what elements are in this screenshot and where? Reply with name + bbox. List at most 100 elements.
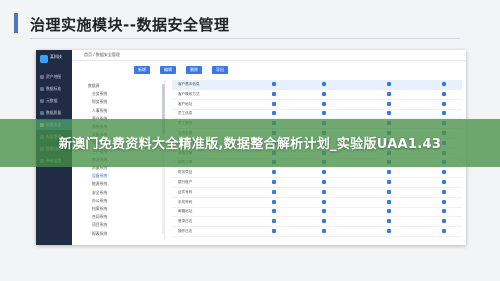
table-row[interactable]: 银行账户	[172, 178, 462, 188]
toolbar-button[interactable]: 删除	[186, 66, 202, 74]
table-row[interactable]: 操作日志	[172, 227, 462, 237]
toolbar-button[interactable]: 新增	[134, 66, 150, 74]
title-divider	[30, 38, 460, 39]
table-row[interactable]: 证件号码	[172, 188, 462, 198]
row-checkbox[interactable]	[387, 82, 391, 86]
row-checkbox[interactable]	[442, 219, 446, 224]
row-checkbox[interactable]	[442, 209, 446, 214]
tree-item[interactable]: 能源系统	[92, 181, 107, 187]
row-checkbox[interactable]	[442, 180, 446, 184]
tree-item[interactable]: 报表系统	[92, 231, 107, 237]
doc-icon	[40, 87, 44, 91]
toolbar-button[interactable]: 导出	[212, 66, 228, 74]
table-row[interactable]: 客户基本信息	[172, 80, 462, 90]
sidebar-item[interactable]: 资产地图	[36, 72, 72, 82]
tree-item[interactable]: 安全系统	[92, 190, 107, 196]
row-checkbox[interactable]	[322, 82, 326, 86]
row-checkbox[interactable]	[442, 111, 446, 116]
row-checkbox[interactable]	[272, 180, 276, 184]
sidebar-item[interactable]: 元数据	[36, 96, 72, 106]
row-checkbox[interactable]	[442, 229, 446, 233]
logo-text: 某科技	[50, 54, 62, 59]
sidebar-item-label: 元数据	[46, 98, 58, 103]
toolbar-button[interactable]: 编辑	[160, 66, 176, 74]
row-checkbox[interactable]	[272, 101, 276, 106]
breadcrumb: 首页 / 数据安全管理	[84, 52, 120, 57]
row-label: 银行账户	[178, 180, 193, 184]
toolbar: 新增 编辑 删除 导出	[84, 64, 464, 76]
row-checkbox[interactable]	[442, 189, 446, 194]
sidebar-item[interactable]: 数据质量	[36, 108, 72, 118]
row-checkbox[interactable]	[322, 209, 326, 214]
row-checkbox[interactable]	[442, 170, 446, 175]
row-checkbox[interactable]	[322, 199, 326, 204]
table-row[interactable]: 员工信息	[172, 109, 462, 120]
row-label: 客户基本信息	[178, 82, 200, 86]
row-checkbox[interactable]	[272, 111, 276, 116]
sidebar-item-label: 数据标准	[46, 86, 62, 91]
row-checkbox[interactable]	[387, 91, 391, 96]
row-checkbox[interactable]	[322, 101, 326, 106]
row-checkbox[interactable]	[272, 229, 276, 233]
row-checkbox[interactable]	[272, 189, 276, 194]
row-checkbox[interactable]	[272, 170, 276, 175]
check-icon	[40, 111, 44, 115]
tree-item[interactable]: 业务系统	[92, 91, 107, 97]
topbar: 首页 / 数据安全管理	[72, 50, 466, 61]
row-checkbox[interactable]	[272, 91, 276, 96]
tree-item[interactable]: 设备系统	[92, 173, 107, 179]
row-checkbox[interactable]	[387, 209, 391, 214]
db-icon	[40, 99, 44, 103]
row-label: 员工信息	[178, 111, 193, 116]
table-row[interactable]: 客户地址	[172, 100, 462, 110]
row-checkbox[interactable]	[442, 199, 446, 204]
row-label: 操作日志	[178, 229, 193, 233]
sidebar-item-label: 资产地图	[46, 74, 62, 79]
row-checkbox[interactable]	[322, 91, 326, 96]
row-checkbox[interactable]	[272, 199, 276, 204]
logo: 某科技	[40, 54, 70, 64]
table-row[interactable]: 登录日志	[172, 217, 462, 228]
slide: 治理实施模块--数据安全管理 某科技 资产地图数据标准元数据数据质量数据安全权限…	[0, 0, 500, 281]
table-row[interactable]: 手机号码	[172, 198, 462, 208]
row-checkbox[interactable]	[322, 180, 326, 184]
table-row[interactable]: 财务凭证	[172, 168, 462, 179]
table-row[interactable]: 客户联系方式	[172, 90, 462, 100]
row-checkbox[interactable]	[442, 82, 446, 86]
tree-item[interactable]: 数据源	[88, 83, 99, 89]
row-checkbox[interactable]	[387, 199, 391, 204]
sidebar-item[interactable]: 数据标准	[36, 84, 72, 94]
row-checkbox[interactable]	[272, 219, 276, 224]
row-checkbox[interactable]	[442, 91, 446, 96]
row-checkbox[interactable]	[322, 219, 326, 224]
banner-text: 新澳门免费资料大全精准版,数据整合解析计划_实验版UAA1.43	[58, 137, 442, 152]
row-checkbox[interactable]	[442, 101, 446, 106]
tree-item[interactable]: 项目系统	[92, 222, 107, 228]
slide-title: 治理实施模块--数据安全管理	[30, 16, 230, 34]
row-checkbox[interactable]	[272, 209, 276, 214]
row-checkbox[interactable]	[322, 111, 326, 116]
row-checkbox[interactable]	[387, 229, 391, 233]
row-checkbox[interactable]	[387, 219, 391, 224]
title-accent-bar	[14, 13, 18, 33]
table-row[interactable]: 邮箱地址	[172, 207, 462, 218]
row-checkbox[interactable]	[322, 229, 326, 233]
row-checkbox[interactable]	[387, 180, 391, 184]
row-checkbox[interactable]	[387, 101, 391, 106]
sidebar-item-label: 数据质量	[46, 110, 62, 115]
row-label: 客户地址	[178, 101, 193, 106]
row-checkbox[interactable]	[387, 170, 391, 175]
row-label: 手机号码	[178, 199, 193, 204]
row-checkbox[interactable]	[322, 170, 326, 175]
tree-item[interactable]: 财务系统	[92, 99, 107, 105]
row-checkbox[interactable]	[322, 189, 326, 194]
tree-item[interactable]: 办公系统	[92, 198, 107, 204]
tree-item[interactable]: 档案系统	[92, 206, 107, 212]
row-label: 客户联系方式	[178, 91, 200, 96]
tree-item[interactable]: 合同系统	[92, 214, 107, 220]
row-label: 登录日志	[178, 219, 193, 224]
row-checkbox[interactable]	[387, 189, 391, 194]
row-checkbox[interactable]	[272, 82, 276, 86]
tree-item[interactable]: 人事系统	[92, 108, 107, 114]
row-checkbox[interactable]	[387, 111, 391, 116]
